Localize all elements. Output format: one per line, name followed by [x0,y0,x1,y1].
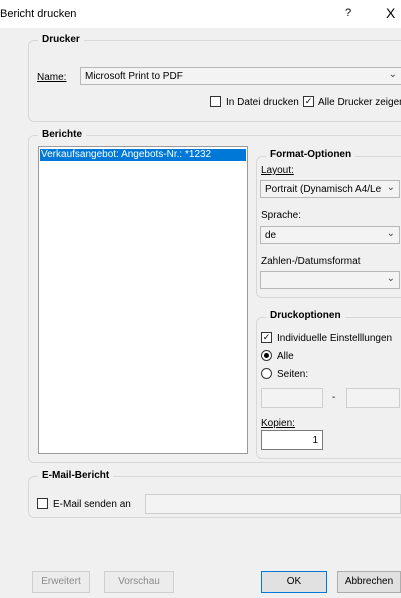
seiten-to-input[interactable] [346,388,400,408]
help-button[interactable]: ? [345,7,351,19]
druck-legend: Druckoptionen [266,310,345,321]
ok-button[interactable]: OK [261,571,327,593]
erweitert-button[interactable]: Erweitert [32,571,90,593]
printer-name-label-text: Name: [37,72,67,83]
kopien-value: 1 [312,435,318,446]
kopien-input[interactable]: 1 [261,430,323,450]
dialog-body: Drucker Name: Microsoft Print to PDF ⌄ I… [0,28,401,598]
zahlen-label: Zahlen-/Datumsformat [261,256,361,267]
alle-drucker-checkbox[interactable]: ✓ [303,96,314,107]
in-datei-checkbox[interactable] [210,96,221,107]
title-bar: Bericht drucken ? X [0,0,401,28]
check-icon: ✓ [304,96,313,106]
email-send-label: E-Mail senden an [53,499,131,510]
seiten-radio[interactable] [261,368,272,379]
format-legend: Format-Optionen [266,149,356,160]
vorschau-button[interactable]: Vorschau [104,571,174,593]
berichte-listbox[interactable]: Verkaufsangebot: Angebots-Nr.: *1232 [38,146,248,454]
zahlen-select[interactable]: ⌄ [260,271,400,289]
layout-select[interactable]: Portrait (Dynamisch A4/Le ⌄ [260,180,400,198]
in-datei-label: In Datei drucken [226,97,299,108]
email-send-checkbox[interactable] [37,498,48,509]
alle-drucker-label: Alle Drucker zeigen [318,97,401,108]
abbrechen-button[interactable]: Abbrechen [337,571,401,593]
alle-label: Alle [277,351,294,362]
chevron-down-icon: ⌄ [386,273,395,284]
check-icon: ✓ [262,332,271,342]
sprache-select-value: de [265,230,277,241]
layout-select-value: Portrait (Dynamisch A4/Le [265,184,382,195]
close-button[interactable]: X [386,5,395,21]
printer-select-value: Microsoft Print to PDF [85,71,183,82]
printer-name-label: Name: [37,72,66,83]
layout-label: Layout: [261,165,294,176]
chevron-down-icon: ⌄ [386,228,395,239]
email-address-input[interactable] [145,494,401,514]
sprache-select[interactable]: de ⌄ [260,226,400,244]
individuell-label: Individuelle Einstelllungen [277,333,393,344]
kopien-label: Kopien: [261,418,295,429]
list-item-label: Verkaufsangebot: Angebots-Nr.: *1232 [41,149,212,160]
chevron-down-icon: ⌄ [388,69,397,80]
list-item-selected[interactable]: Verkaufsangebot: Angebots-Nr.: *1232 [40,149,246,161]
alle-radio[interactable] [261,350,272,361]
seiten-label: Seiten: [277,369,309,380]
email-legend: E-Mail-Bericht [38,470,114,481]
individuell-checkbox[interactable]: ✓ [261,332,272,343]
printer-select[interactable]: Microsoft Print to PDF ⌄ [80,67,401,85]
berichte-legend: Berichte [38,129,87,140]
sprache-label: Sprache: [261,210,302,221]
window-title: Bericht drucken [0,8,77,20]
range-dash: - [332,392,336,403]
drucker-legend: Drucker [38,34,84,45]
chevron-down-icon: ⌄ [386,182,395,193]
seiten-from-input[interactable] [261,388,323,408]
